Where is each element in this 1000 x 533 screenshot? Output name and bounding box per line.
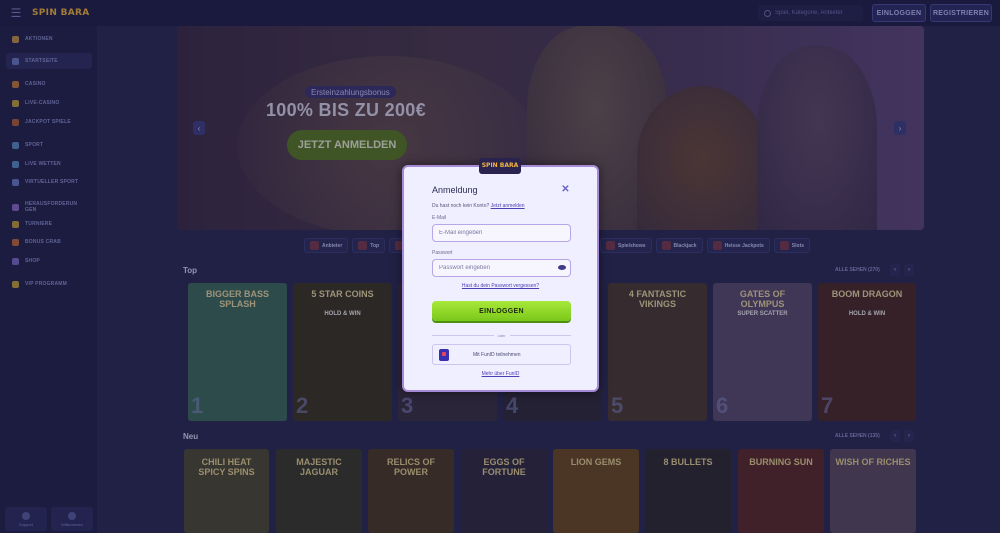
or-divider: oder xyxy=(432,332,572,338)
funid-button[interactable]: Mit FunID teilnehmen xyxy=(432,344,571,365)
password-field[interactable] xyxy=(432,259,571,277)
password-label: Passwort xyxy=(432,250,453,256)
modal-title: Anmeldung xyxy=(432,185,478,195)
no-account-text: Du hast noch kein Konto? Jetzt anmelden xyxy=(432,203,525,209)
divider-line xyxy=(509,334,572,336)
email-input[interactable] xyxy=(439,230,549,236)
login-modal: Anmeldung ✕ Du hast noch kein Konto? Jet… xyxy=(402,165,599,392)
password-input[interactable] xyxy=(439,265,549,271)
eye-icon[interactable] xyxy=(558,265,566,270)
funid-more-link[interactable]: Mehr über FunID xyxy=(404,371,597,377)
signup-link[interactable]: Jetzt anmelden xyxy=(491,203,525,209)
funid-icon xyxy=(439,348,449,361)
forgot-password-link[interactable]: Hast du dein Passwort vergessen? xyxy=(404,283,597,289)
email-field[interactable] xyxy=(432,224,571,242)
modal-logo: SPIN BARA xyxy=(479,158,521,174)
email-label: E-Mail xyxy=(432,215,447,221)
modal-login-button[interactable]: EINLOGGEN xyxy=(432,301,571,321)
close-icon[interactable]: ✕ xyxy=(561,185,570,195)
divider-line xyxy=(432,334,494,336)
